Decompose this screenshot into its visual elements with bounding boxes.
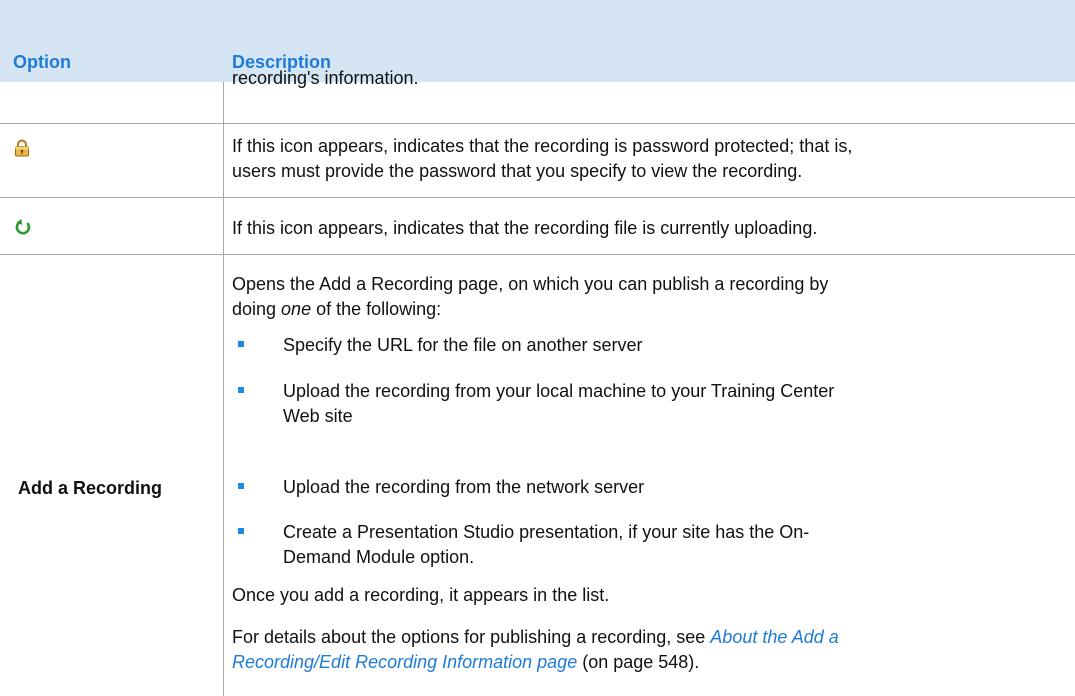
intro-line-1: Opens the Add a Recording page, on which… [232,274,829,294]
intro-line-2: doing one of the following: [232,297,1052,322]
row-divider [0,123,1075,124]
bullet-marker [238,341,244,347]
details-pre: For details about the options for publis… [232,627,711,647]
add-recording-option: Add a Recording [18,478,163,498]
password-line-1: If this icon appears, indicates that the… [232,136,853,156]
intro-post: of the following: [311,299,442,319]
bullet-text: Specify the URL for the file on another … [283,335,643,355]
details-link-cont[interactable]: Recording/Edit Recording Information pag… [232,652,577,672]
options-table: Option Description recording's informati… [0,0,1075,696]
continued-text: recording's information. [232,68,419,88]
password-line-2: users must provide the password that you… [232,161,803,181]
bullet-text-cont: Demand Module option. [283,547,475,567]
bullet-marker [238,387,244,393]
bullet-text: Upload the recording from the network se… [283,477,645,497]
lock-icon [14,139,30,162]
details-line-2: Recording/Edit Recording Information pag… [232,650,1052,675]
details-link[interactable]: About the Add a [710,627,838,647]
upload-description: If this icon appears, indicates that the… [232,216,1052,241]
password-description: If this icon appears, indicates that the… [232,134,1052,184]
details-post: (on page 548). [577,652,700,672]
bullet-marker [238,528,244,534]
row-divider [0,197,1075,198]
details-line-1: For details about the options for publis… [232,625,1052,650]
row-divider [0,254,1075,255]
bullet-marker [238,483,244,489]
details-note: For details about the options for publis… [232,625,1052,675]
column-divider [223,82,224,696]
upload-arrow-icon [14,218,32,241]
upload-text: If this icon appears, indicates that the… [232,218,818,238]
bullet-text-cont: Web site [283,406,353,426]
add-recording-intro: Opens the Add a Recording page, on which… [232,272,1052,322]
intro-emphasis: one [281,299,312,319]
once-note: Once you add a recording, it appears in … [232,583,1052,608]
once-text: Once you add a recording, it appears in … [232,585,610,605]
header-option: Option [13,52,71,72]
bullet-text: Create a Presentation Studio presentatio… [283,522,810,542]
continued-description: recording's information. [232,66,1052,91]
bullet-text: Upload the recording from your local mac… [283,381,835,401]
intro-pre: doing [232,299,282,319]
